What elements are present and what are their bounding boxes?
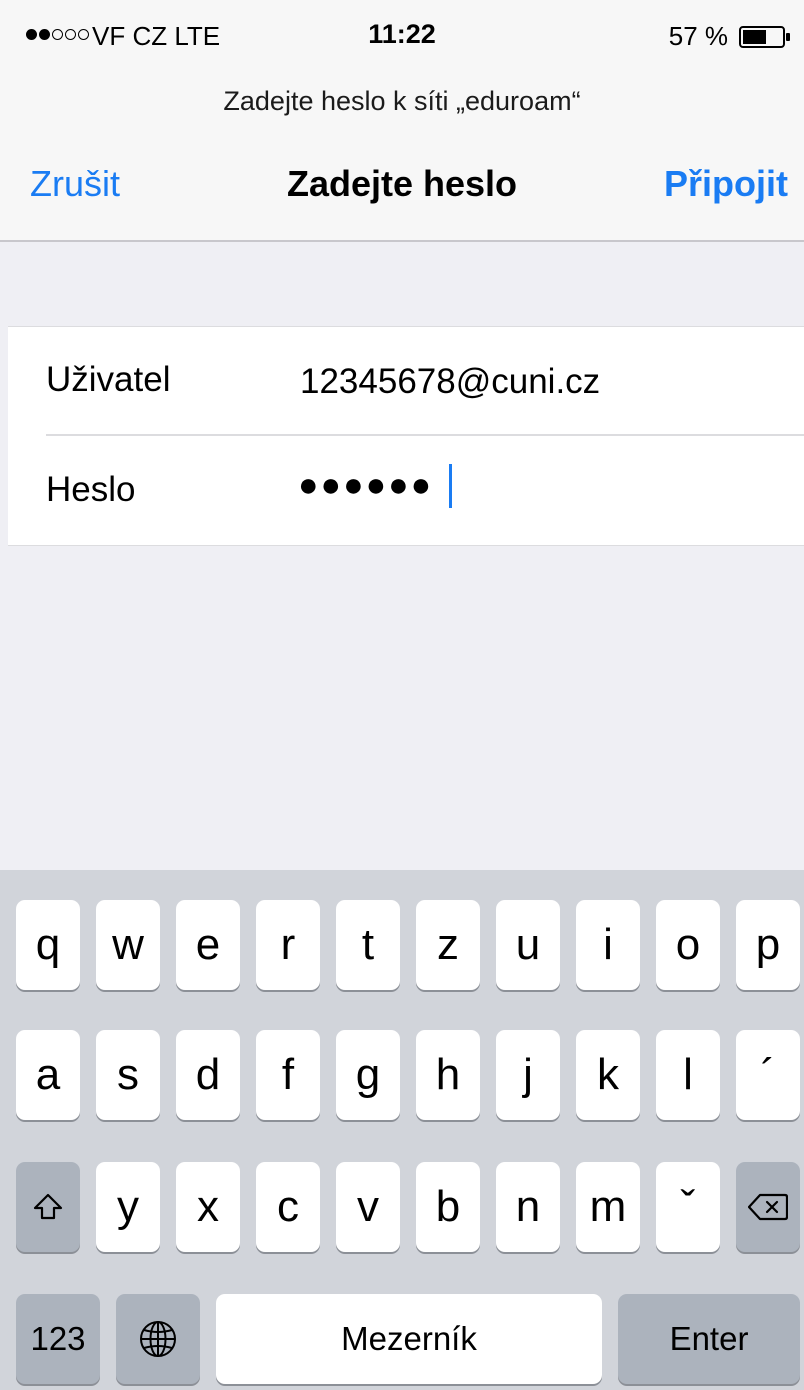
battery-percentage: 57 %: [668, 21, 728, 51]
username-field[interactable]: 12345678@cuni.cz: [300, 362, 600, 402]
globe-key[interactable]: [116, 1294, 200, 1384]
key-e[interactable]: e: [176, 900, 240, 990]
password-field[interactable]: ●●●●●●: [298, 466, 433, 505]
key-v[interactable]: v: [336, 1162, 400, 1252]
key-l[interactable]: l: [656, 1030, 720, 1120]
delete-key[interactable]: [736, 1162, 800, 1252]
enter-key[interactable]: Enter: [618, 1294, 800, 1384]
key-s[interactable]: s: [96, 1030, 160, 1120]
username-label: Uživatel: [46, 360, 171, 399]
battery-icon: [739, 26, 790, 48]
key-k[interactable]: k: [576, 1030, 640, 1120]
network-prompt: Zadejte heslo k síti „eduroam“: [223, 86, 581, 116]
key-i[interactable]: i: [576, 900, 640, 990]
key-j[interactable]: j: [496, 1030, 560, 1120]
key-p[interactable]: p: [736, 900, 800, 990]
key-g[interactable]: g: [336, 1030, 400, 1120]
key-z[interactable]: z: [416, 900, 480, 990]
row-divider: [46, 434, 804, 436]
key-d[interactable]: d: [176, 1030, 240, 1120]
delete-icon: [748, 1193, 788, 1221]
key-y[interactable]: y: [96, 1162, 160, 1252]
keyboard: q w e r t z u i o p a s d f g h j k l ´ …: [0, 870, 804, 1390]
key-caron[interactable]: ˇ: [656, 1162, 720, 1252]
key-n[interactable]: n: [496, 1162, 560, 1252]
key-a[interactable]: a: [16, 1030, 80, 1120]
text-cursor: [449, 464, 452, 508]
connect-button[interactable]: Připojit: [664, 163, 788, 205]
key-h[interactable]: h: [416, 1030, 480, 1120]
globe-icon: [140, 1321, 176, 1357]
key-m[interactable]: m: [576, 1162, 640, 1252]
password-label: Heslo: [46, 470, 136, 509]
key-x[interactable]: x: [176, 1162, 240, 1252]
key-u[interactable]: u: [496, 900, 560, 990]
shift-icon: [33, 1193, 63, 1220]
key-w[interactable]: w: [96, 900, 160, 990]
credentials-form: [8, 326, 804, 546]
key-f[interactable]: f: [256, 1030, 320, 1120]
shift-key[interactable]: [16, 1162, 80, 1252]
nav-divider: [0, 240, 804, 242]
key-r[interactable]: r: [256, 900, 320, 990]
key-c[interactable]: c: [256, 1162, 320, 1252]
key-t[interactable]: t: [336, 900, 400, 990]
key-b[interactable]: b: [416, 1162, 480, 1252]
key-o[interactable]: o: [656, 900, 720, 990]
key-acute-accent[interactable]: ´: [736, 1030, 800, 1120]
key-q[interactable]: q: [16, 900, 80, 990]
numbers-key[interactable]: 123: [16, 1294, 100, 1384]
space-key[interactable]: Mezerník: [216, 1294, 602, 1384]
